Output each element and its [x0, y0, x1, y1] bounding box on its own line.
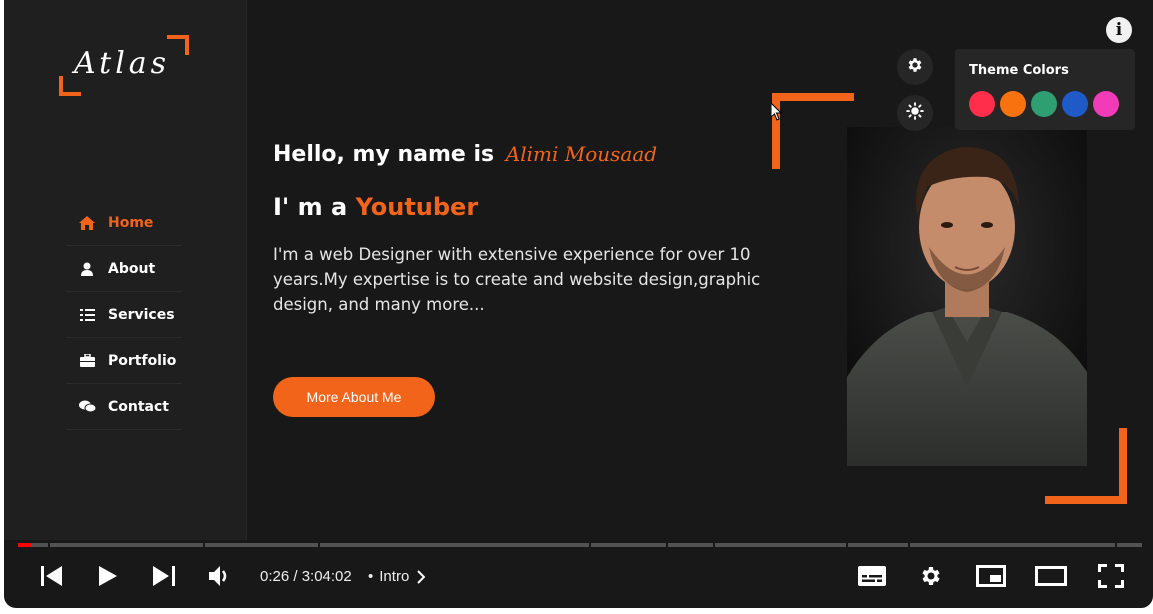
- swatch-orange[interactable]: [1000, 91, 1026, 117]
- volume-icon: [209, 566, 231, 590]
- light-mode-button[interactable]: [897, 95, 933, 131]
- theme-colors-panel: Theme Colors: [955, 49, 1135, 130]
- profile-photo: [847, 127, 1087, 466]
- nav-item-portfolio[interactable]: Portfolio: [66, 338, 182, 384]
- next-button[interactable]: [144, 558, 184, 598]
- fullscreen-icon: [1098, 564, 1124, 592]
- more-about-me-button[interactable]: More About Me: [273, 377, 435, 417]
- next-icon: [153, 566, 175, 590]
- nav-item-services[interactable]: Services: [66, 292, 182, 338]
- subtitles-icon: [858, 566, 886, 590]
- gear-icon: [906, 56, 924, 78]
- theater-icon: [1035, 566, 1067, 590]
- list-icon: [78, 307, 96, 323]
- swatch-pink[interactable]: [1093, 91, 1119, 117]
- role-prefix: I' m a: [273, 193, 348, 221]
- role-heading: I' m a Youtuber: [273, 193, 478, 221]
- role-highlight: Youtuber: [355, 193, 479, 221]
- nav-label-home: Home: [108, 214, 154, 231]
- info-icon[interactable]: i: [1106, 17, 1132, 43]
- nav-item-contact[interactable]: Contact: [66, 384, 182, 430]
- theme-settings-button[interactable]: [897, 49, 933, 85]
- miniplayer-icon: [976, 565, 1006, 591]
- time-display: 0:26 / 3:04:02: [260, 568, 352, 585]
- site-logo: Atlas: [74, 46, 171, 81]
- settings-icon: [919, 564, 943, 592]
- user-icon: [78, 261, 96, 277]
- logo-corner-top-right: [167, 35, 189, 55]
- fullscreen-button[interactable]: [1091, 558, 1131, 598]
- site-sidebar: Atlas Home About Services Portfolio Cont…: [4, 0, 247, 540]
- play-icon: [99, 566, 117, 590]
- previous-button[interactable]: [32, 558, 72, 598]
- nav-item-about[interactable]: About: [66, 246, 182, 292]
- nav-label-portfolio: Portfolio: [108, 352, 177, 369]
- volume-button[interactable]: [200, 558, 240, 598]
- home-icon: [78, 215, 96, 231]
- nav-label-services: Services: [108, 306, 175, 323]
- greeting-text: Hello, my name is: [273, 142, 495, 167]
- chapter-button[interactable]: • Intro: [368, 568, 426, 585]
- play-button[interactable]: [88, 558, 128, 598]
- theme-swatches: [969, 91, 1119, 117]
- subtitles-button[interactable]: [852, 558, 892, 598]
- video-player[interactable]: Atlas Home About Services Portfolio Cont…: [4, 0, 1153, 608]
- swatch-red[interactable]: [969, 91, 995, 117]
- nav-item-home[interactable]: Home: [66, 200, 182, 246]
- swatch-green[interactable]: [1031, 91, 1057, 117]
- greeting-heading: Hello, my name is Alimi Mousaad: [273, 142, 657, 167]
- settings-button[interactable]: [911, 558, 951, 598]
- previous-icon: [41, 566, 63, 590]
- person-name: Alimi Mousaad: [505, 142, 658, 166]
- theme-colors-title: Theme Colors: [969, 63, 1069, 78]
- theater-mode-button[interactable]: [1031, 558, 1071, 598]
- progress-played: [18, 543, 32, 547]
- chapter-title: Intro: [379, 568, 410, 585]
- swatch-blue[interactable]: [1062, 91, 1088, 117]
- sun-icon: [906, 102, 924, 124]
- chevron-right-icon: [417, 569, 426, 584]
- miniplayer-button[interactable]: [971, 558, 1011, 598]
- chat-icon: [78, 399, 96, 415]
- chapter-separator: •: [368, 568, 374, 585]
- nav-label-about: About: [108, 260, 156, 277]
- mouse-cursor-icon: [770, 101, 783, 125]
- site-nav: Home About Services Portfolio Contact: [66, 200, 182, 430]
- briefcase-icon: [78, 353, 96, 369]
- nav-label-contact: Contact: [108, 398, 169, 415]
- description-text: I'm a web Designer with extensive experi…: [273, 245, 761, 314]
- progress-bar[interactable]: [18, 543, 1142, 547]
- frame-corner-top-left: [772, 93, 854, 169]
